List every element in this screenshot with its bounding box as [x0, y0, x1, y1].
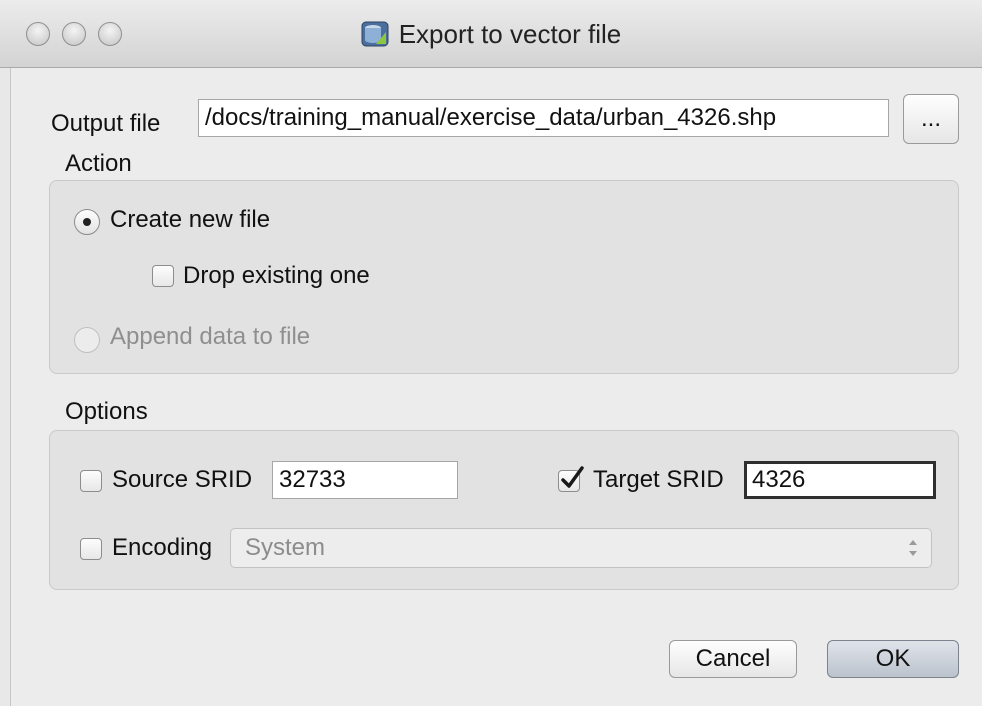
encoding-checkbox[interactable]: [80, 538, 102, 560]
append-data-radio[interactable]: [74, 327, 100, 353]
action-group: Create new file Drop existing one Append…: [49, 180, 959, 374]
options-group: Source SRID Target SRID Encoding System: [49, 430, 959, 590]
target-srid-label[interactable]: Target SRID: [593, 466, 724, 494]
output-file-label: Output file: [51, 110, 161, 137]
drop-existing-checkbox[interactable]: [152, 265, 174, 287]
checkmark-icon: [561, 466, 584, 488]
options-heading: Options: [65, 398, 148, 425]
action-heading: Action: [65, 150, 132, 177]
drop-existing-label[interactable]: Drop existing one: [183, 262, 370, 290]
source-srid-label[interactable]: Source SRID: [112, 466, 252, 494]
source-srid-checkbox[interactable]: [80, 470, 102, 492]
cancel-button-label: Cancel: [695, 645, 771, 672]
create-new-file-radio[interactable]: [74, 209, 100, 235]
title-bar: Export to vector file: [0, 0, 982, 68]
window-title: Export to vector file: [398, 18, 622, 49]
output-file-input[interactable]: [198, 99, 889, 137]
stepper-arrows-icon: [909, 540, 917, 556]
append-data-label[interactable]: Append data to file: [110, 323, 310, 351]
window-title-group: Export to vector file: [0, 0, 982, 68]
encoding-label[interactable]: Encoding: [112, 534, 212, 562]
target-srid-checkbox[interactable]: [558, 466, 584, 492]
qgis-db-manager-icon: [361, 21, 389, 47]
ok-button-label: OK: [875, 645, 911, 672]
browse-button[interactable]: ...: [903, 94, 959, 144]
ok-button[interactable]: OK: [827, 640, 959, 678]
export-dialog: Output file ... Action Create new file D…: [10, 68, 982, 706]
encoding-select[interactable]: System: [230, 528, 932, 568]
create-new-file-label[interactable]: Create new file: [110, 206, 270, 234]
source-srid-input[interactable]: [272, 461, 458, 499]
browse-button-label: ...: [920, 105, 941, 132]
cancel-button[interactable]: Cancel: [669, 640, 797, 678]
encoding-select-value: System: [245, 534, 326, 561]
target-srid-input[interactable]: [744, 461, 936, 499]
